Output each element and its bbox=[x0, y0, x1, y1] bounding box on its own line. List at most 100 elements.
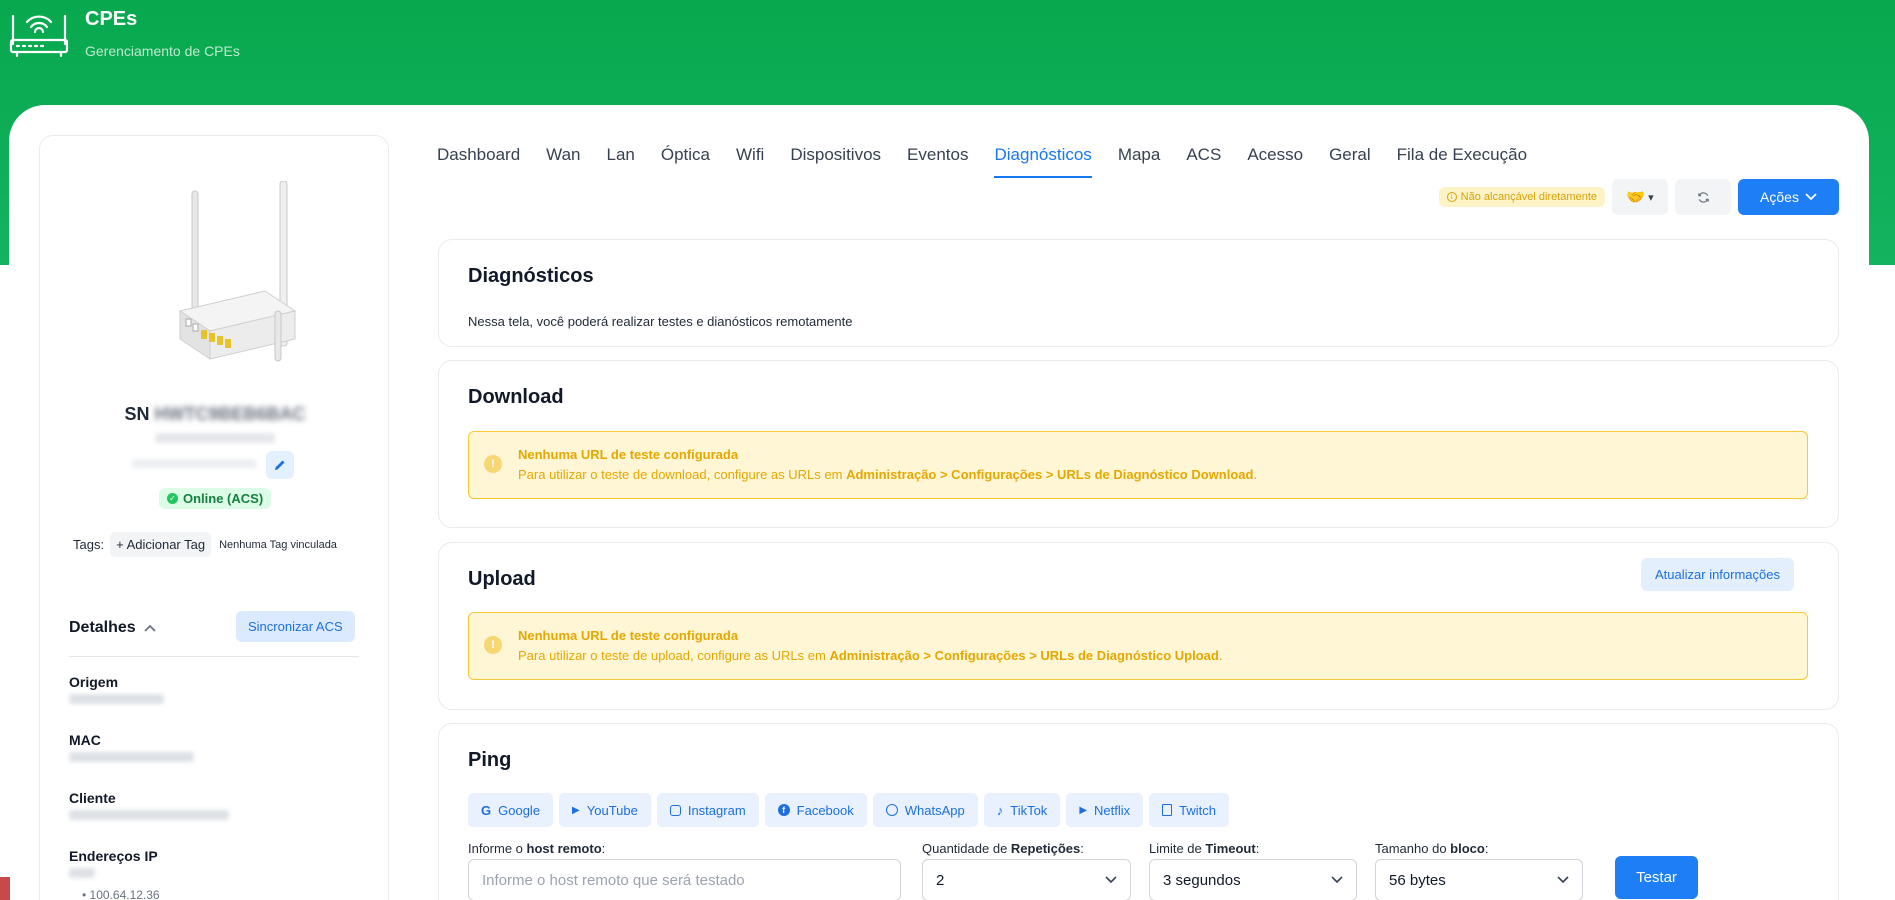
alert-title: Nenhuma URL de teste configurada bbox=[518, 628, 739, 643]
tab-acesso[interactable]: Acesso bbox=[1247, 145, 1303, 178]
preset-tiktok[interactable]: ♪ TikTok bbox=[983, 793, 1061, 827]
chevron-down-icon bbox=[1557, 876, 1569, 884]
preset-facebook[interactable]: f Facebook bbox=[764, 793, 867, 827]
serial-prefix: SN bbox=[124, 404, 150, 424]
app-subtitle: Gerenciamento de CPEs bbox=[85, 43, 240, 59]
caret-down-icon: ▾ bbox=[1648, 191, 1654, 204]
chevron-up-icon bbox=[144, 624, 156, 632]
tab-wan[interactable]: Wan bbox=[546, 145, 580, 178]
tab-fila-execucao[interactable]: Fila de Execução bbox=[1397, 145, 1527, 178]
detail-ips: Endereços IP bbox=[69, 848, 158, 878]
warning-icon: ! bbox=[484, 455, 502, 473]
device-card: SN HWTC9BEB6BAC ✓ Online (ACS) Tags: + A… bbox=[39, 135, 389, 900]
router-image bbox=[178, 181, 297, 362]
repetitions-select[interactable]: 2 bbox=[922, 859, 1131, 900]
preset-instagram[interactable]: Instagram bbox=[656, 793, 759, 827]
detail-value-blurred bbox=[69, 810, 229, 820]
actions-label: Ações bbox=[1760, 189, 1799, 205]
details-title: Detalhes bbox=[69, 619, 136, 636]
tab-dispositivos[interactable]: Dispositivos bbox=[790, 145, 881, 178]
ping-presets: G Google ▶ YouTube Instagram f Facebook Wha… bbox=[468, 793, 1229, 827]
whatsapp-icon bbox=[885, 804, 898, 816]
info-icon: i bbox=[1446, 192, 1457, 202]
handshake-dropdown-button[interactable]: 🤝 ▾ bbox=[1612, 179, 1668, 215]
reachability-badge: i Não alcançável diretamente bbox=[1438, 187, 1605, 207]
preset-whatsapp[interactable]: WhatsApp bbox=[872, 793, 978, 827]
tiktok-icon: ♪ bbox=[996, 802, 1004, 818]
device-serial: SN HWTC9BEB6BAC bbox=[40, 404, 390, 425]
blurred-info-1 bbox=[155, 433, 275, 443]
tab-eventos[interactable]: Eventos bbox=[907, 145, 968, 178]
google-icon: G bbox=[481, 802, 492, 818]
detail-label: Cliente bbox=[69, 790, 116, 806]
warning-icon: ! bbox=[484, 636, 502, 654]
sync-acs-button[interactable]: Sincronizar ACS bbox=[236, 611, 355, 642]
tab-acs[interactable]: ACS bbox=[1186, 145, 1221, 178]
preset-twitch[interactable]: Twitch bbox=[1149, 793, 1229, 827]
upload-alert: ! Nenhuma URL de teste configurada Para … bbox=[468, 612, 1808, 680]
refresh-button[interactable] bbox=[1675, 179, 1731, 215]
download-title: Download bbox=[468, 386, 564, 408]
host-label: Informe o host remoto: bbox=[468, 841, 606, 856]
download-alert: ! Nenhuma URL de teste configurada Para … bbox=[468, 431, 1808, 499]
pencil-icon bbox=[275, 460, 285, 470]
alert-text: Para utilizar o teste de upload, configu… bbox=[518, 648, 1223, 663]
detail-label: Endereços IP bbox=[69, 848, 158, 864]
detail-value-blurred bbox=[69, 752, 194, 762]
block-size-label: Tamanho do bloco: bbox=[1375, 841, 1489, 856]
diagnostics-title: Diagnósticos bbox=[468, 265, 594, 287]
detail-label: Origem bbox=[69, 674, 119, 690]
host-input[interactable]: Informe o host remoto que será testado bbox=[468, 859, 901, 900]
edit-button[interactable] bbox=[266, 451, 294, 479]
blurred-info-2 bbox=[132, 459, 257, 468]
ping-panel: Ping G Google ▶ YouTube Instagram f Faceboo… bbox=[438, 723, 1839, 900]
update-info-button[interactable]: Atualizar informações bbox=[1641, 558, 1794, 591]
router-logo-icon bbox=[9, 14, 69, 58]
download-panel: Download ! Nenhuma URL de teste configur… bbox=[438, 360, 1839, 528]
diagnostics-description: Nessa tela, você poderá realizar testes … bbox=[468, 314, 853, 329]
refresh-icon bbox=[1697, 191, 1709, 203]
tab-geral[interactable]: Geral bbox=[1329, 145, 1371, 178]
block-size-select[interactable]: 56 bytes bbox=[1375, 859, 1583, 900]
tab-dashboard[interactable]: Dashboard bbox=[437, 145, 520, 178]
alert-text: Para utilizar o teste de download, confi… bbox=[518, 467, 1258, 482]
preset-youtube[interactable]: ▶ YouTube bbox=[559, 793, 651, 827]
repetitions-label: Quantidade de Repetições: bbox=[922, 841, 1084, 856]
detail-origem: Origem bbox=[69, 674, 164, 704]
tab-bar: Dashboard Wan Lan Óptica Wifi Dispositiv… bbox=[437, 145, 1527, 178]
tab-mapa[interactable]: Mapa bbox=[1118, 145, 1161, 178]
timeout-select[interactable]: 3 segundos bbox=[1149, 859, 1357, 900]
app-title: CPEs bbox=[85, 8, 138, 30]
tab-wifi[interactable]: Wifi bbox=[736, 145, 764, 178]
check-circle-icon: ✓ bbox=[167, 493, 178, 504]
upload-panel: Upload Atualizar informações ! Nenhuma U… bbox=[438, 542, 1839, 710]
tab-diagnosticos[interactable]: Diagnósticos bbox=[994, 145, 1093, 178]
preset-google[interactable]: G Google bbox=[468, 793, 554, 827]
serial-value: HWTC9BEB6BAC bbox=[154, 404, 306, 424]
toolbar: i Não alcançável diretamente 🤝 ▾ Ações bbox=[1438, 179, 1839, 215]
tags-row: Tags: + Adicionar Tag Nenhuma Tag vincul… bbox=[73, 532, 337, 557]
netflix-icon: ▶ bbox=[1079, 804, 1088, 816]
chevron-down-icon bbox=[1105, 876, 1117, 884]
ip-item: • 100.64.12.36 bbox=[82, 888, 160, 900]
test-button[interactable]: Testar bbox=[1615, 856, 1698, 899]
reachability-text: Não alcançável diretamente bbox=[1460, 191, 1597, 203]
details-toggle[interactable]: Detalhes bbox=[69, 619, 156, 637]
tab-lan[interactable]: Lan bbox=[607, 145, 635, 178]
chevron-down-icon bbox=[1331, 876, 1343, 884]
preset-netflix[interactable]: ▶ Netflix bbox=[1066, 793, 1144, 827]
diagnostics-panel: Diagnósticos Nessa tela, você poderá rea… bbox=[438, 239, 1839, 347]
instagram-icon bbox=[669, 804, 681, 816]
edge-marker bbox=[0, 877, 10, 900]
alert-title: Nenhuma URL de teste configurada bbox=[518, 447, 739, 462]
status-text: Online (ACS) bbox=[183, 491, 264, 506]
tab-optica[interactable]: Óptica bbox=[661, 145, 710, 178]
status-badge: ✓ Online (ACS) bbox=[159, 488, 272, 509]
add-tag-button[interactable]: + Adicionar Tag bbox=[110, 532, 212, 557]
timeout-label: Limite de Timeout: bbox=[1149, 841, 1260, 856]
tags-label: Tags: bbox=[73, 537, 105, 552]
facebook-icon: f bbox=[777, 804, 790, 816]
detail-value-blurred bbox=[69, 694, 164, 704]
handshake-icon: 🤝 bbox=[1626, 189, 1646, 206]
actions-dropdown-button[interactable]: Ações bbox=[1738, 179, 1839, 215]
